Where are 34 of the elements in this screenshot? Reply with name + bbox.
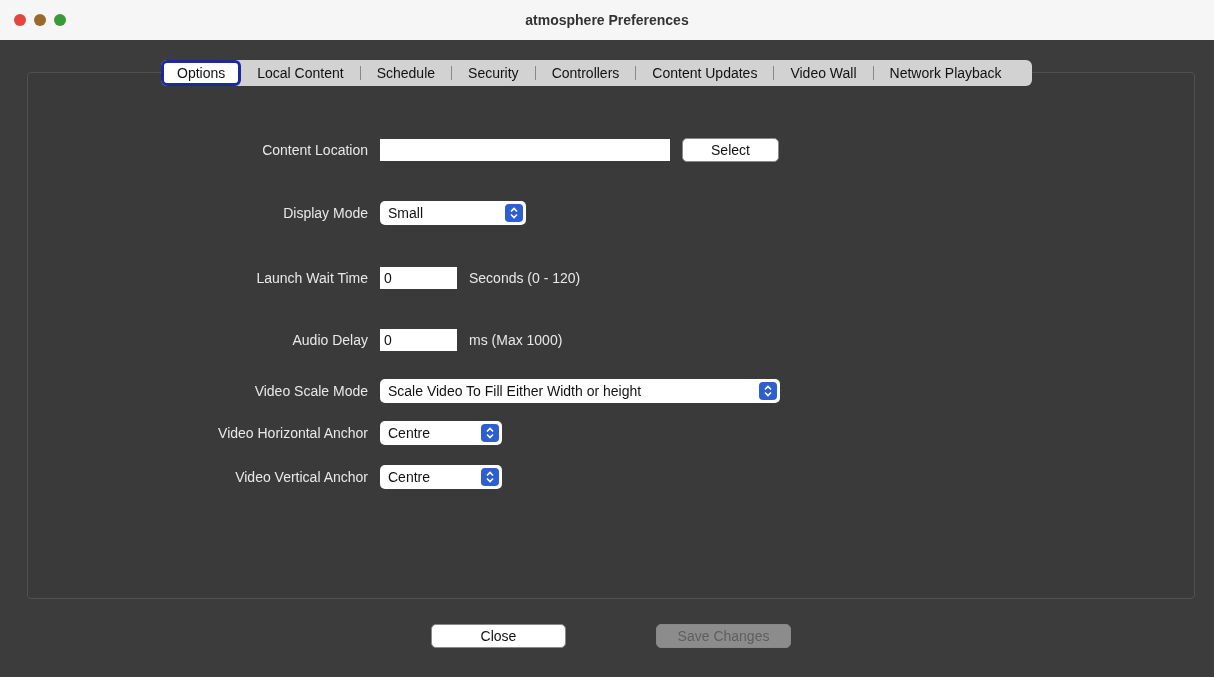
chevron-updown-icon xyxy=(481,424,499,442)
zoom-light-icon[interactable] xyxy=(54,14,66,26)
field-label: Display Mode xyxy=(282,205,368,221)
dropdown[interactable]: Small xyxy=(380,201,526,225)
field-label: Content Location xyxy=(261,142,368,158)
tab[interactable]: Video Wall xyxy=(774,60,873,86)
field-label: Launch Wait Time xyxy=(255,270,368,286)
unit-label: Seconds (0 - 120) xyxy=(469,270,581,286)
tab[interactable]: Network Playback xyxy=(873,60,1018,86)
select-button[interactable]: Select xyxy=(682,138,779,162)
field-label: Video Vertical Anchor xyxy=(234,469,368,485)
number-field[interactable]: 0 xyxy=(380,267,457,289)
tab[interactable]: Controllers xyxy=(535,60,636,86)
dropdown[interactable]: Centre xyxy=(380,421,502,445)
field-label: Video Scale Mode xyxy=(253,383,368,399)
tab[interactable]: Security xyxy=(452,60,535,86)
close-light-icon[interactable] xyxy=(14,14,26,26)
path-field[interactable] xyxy=(380,139,670,161)
chevron-updown-icon xyxy=(505,204,523,222)
number-field[interactable]: 0 xyxy=(380,329,457,351)
chevron-updown-icon xyxy=(481,468,499,486)
close-button[interactable]: Close xyxy=(431,624,566,648)
chevron-updown-icon xyxy=(759,382,777,400)
dropdown[interactable]: Centre xyxy=(380,465,502,489)
dropdown[interactable]: Scale Video To Fill Either Width or height xyxy=(380,379,780,403)
tab[interactable]: Local Content xyxy=(241,60,360,86)
minimize-light-icon[interactable] xyxy=(34,14,46,26)
field-label: Video Horizontal Anchor xyxy=(217,425,368,441)
unit-label: ms (Max 1000) xyxy=(469,332,563,348)
tab[interactable]: Content Updates xyxy=(636,60,774,86)
field-label: Audio Delay xyxy=(291,332,368,348)
tab[interactable]: Schedule xyxy=(360,60,452,86)
window-title: atmosphere Preferences xyxy=(525,12,689,28)
tab[interactable]: Options xyxy=(161,60,242,86)
